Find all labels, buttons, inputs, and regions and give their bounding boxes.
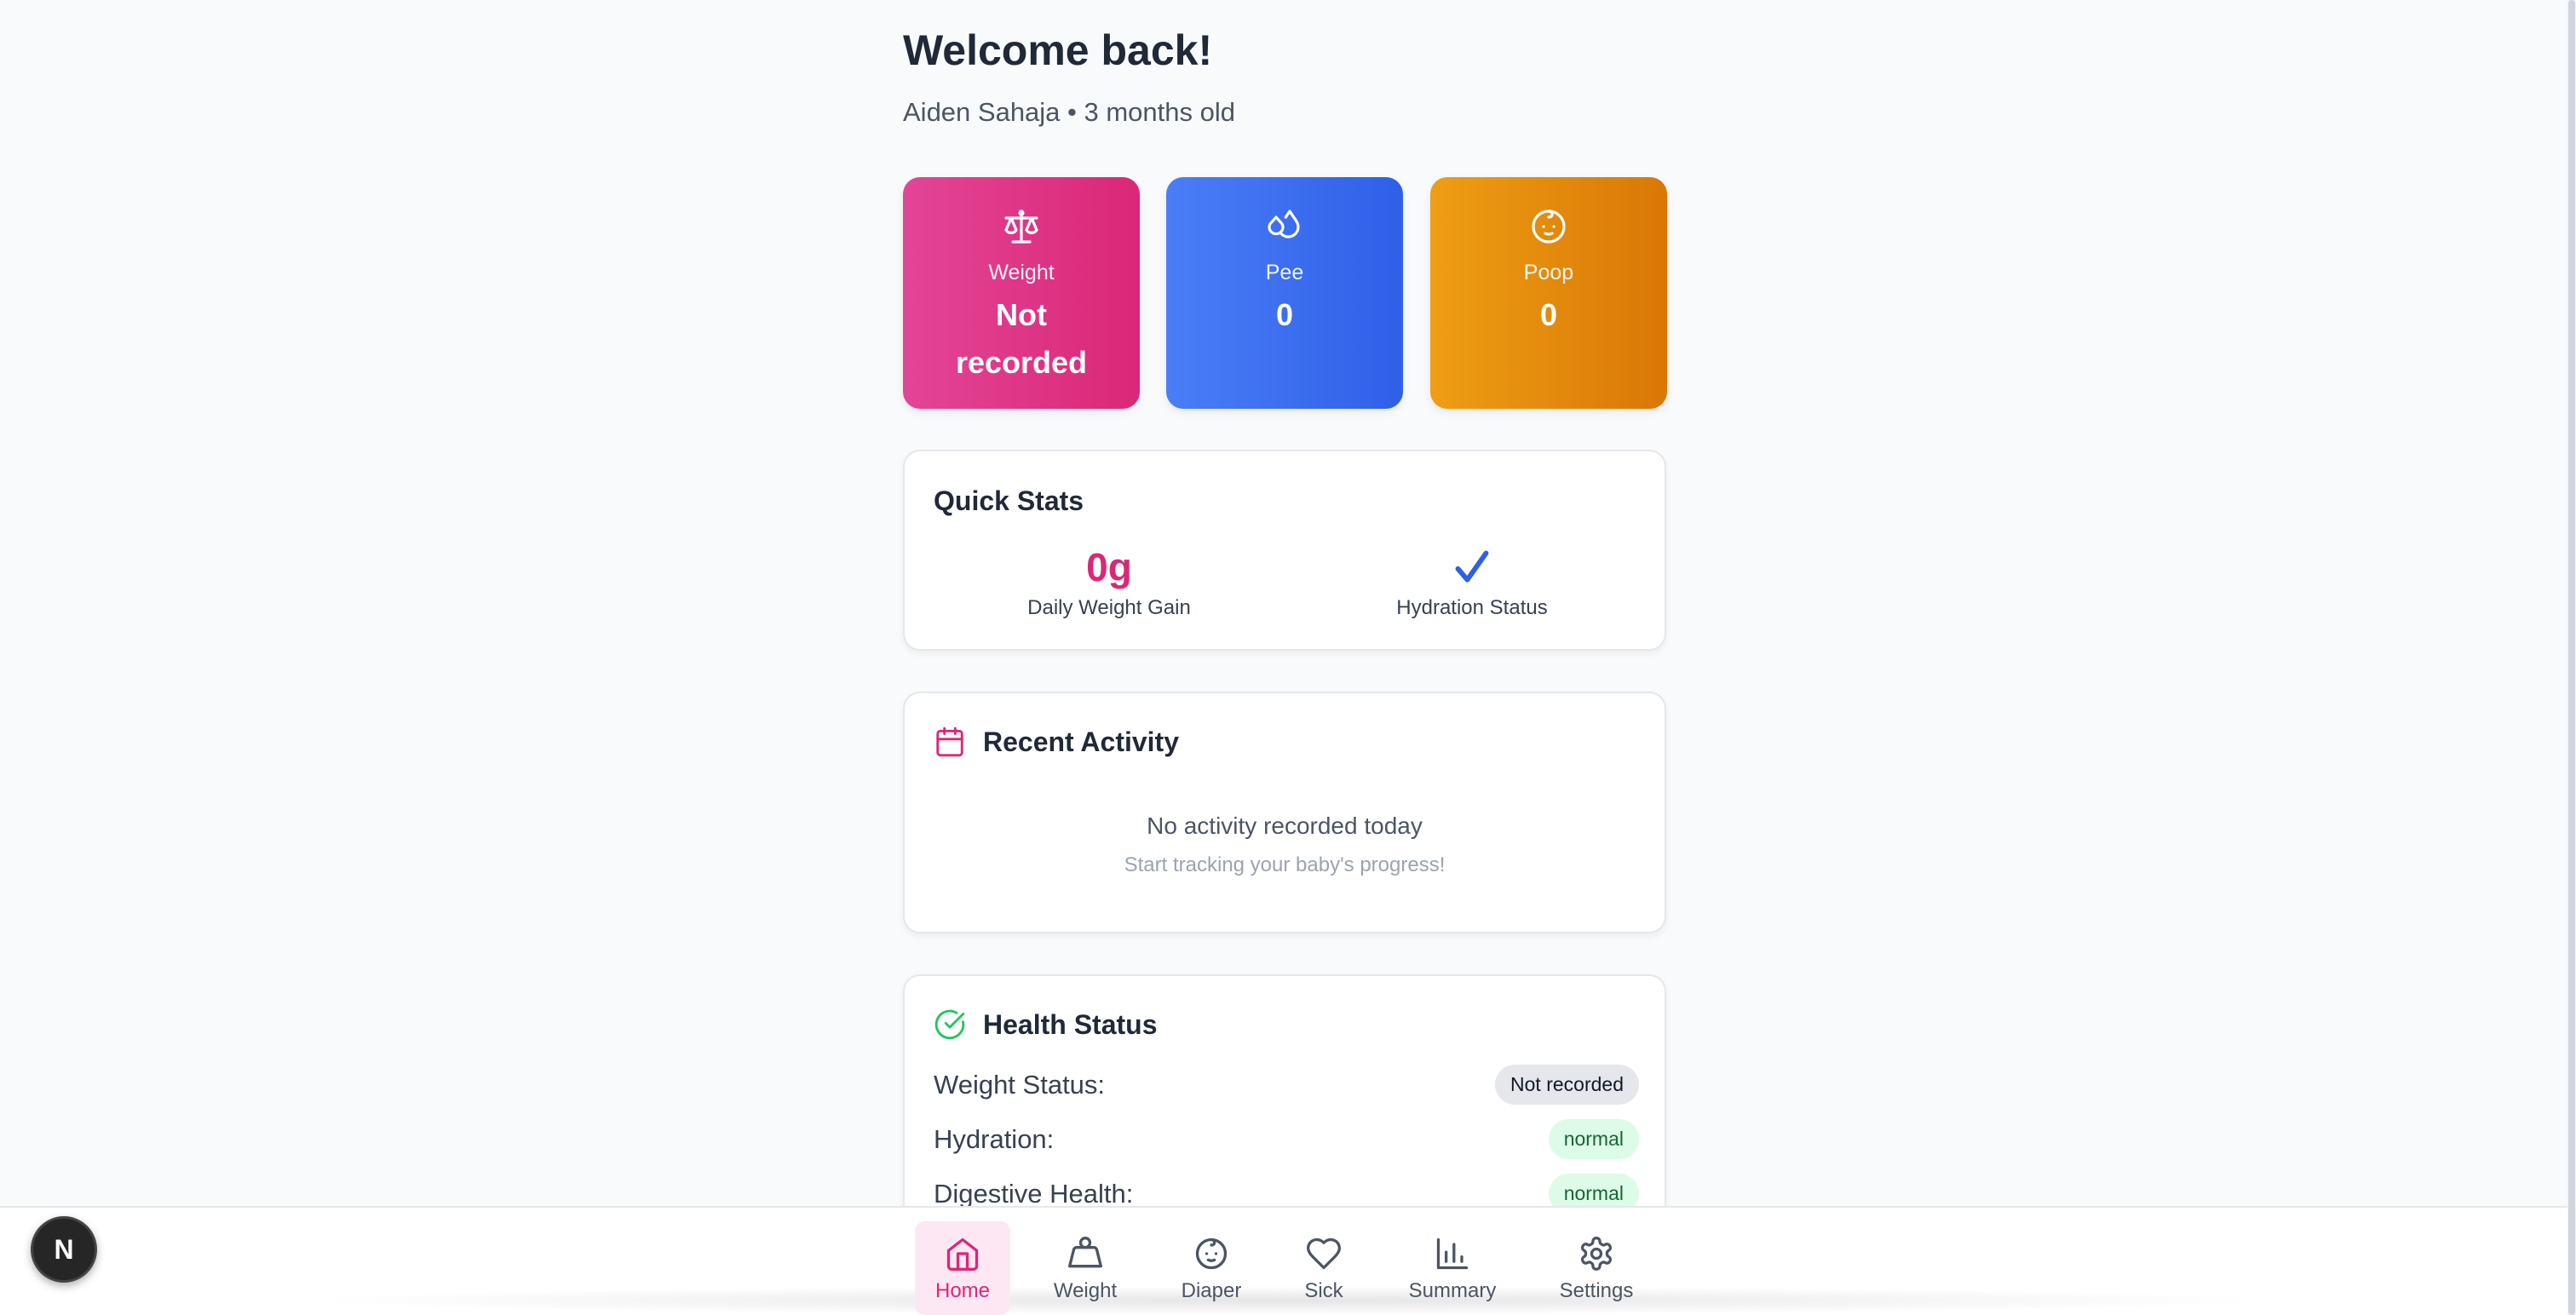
empty-activity-title: No activity recorded today (1147, 813, 1423, 839)
poop-tile[interactable]: Poop 0 (1430, 177, 1667, 409)
home-icon (946, 1237, 979, 1271)
recent-activity-card: Recent Activity No activity recorded tod… (903, 692, 1666, 933)
status-badge: Not recorded (1495, 1065, 1639, 1105)
nav-label: Weight (1053, 1279, 1118, 1302)
poop-tile-value: 0 (1539, 297, 1558, 332)
nav-item-sick[interactable]: Sick (1276, 1221, 1371, 1315)
recent-activity-title: Recent Activity (983, 726, 1179, 757)
circle-check-icon (934, 1009, 965, 1040)
weight-tile[interactable]: Weight Not recorded (903, 177, 1140, 409)
health-row-hydration: Hydration: normal (934, 1119, 1639, 1159)
weight-icon (1068, 1237, 1102, 1268)
empty-activity-subtitle: Start tracking your baby's progress! (1124, 853, 1446, 876)
calendar-icon (936, 726, 963, 757)
poop-tile-label: Poop (1523, 261, 1574, 284)
quick-stats-card: Quick Stats 0g Daily Weight Gain Hydrati… (903, 450, 1666, 651)
nav-label: Settings (1559, 1279, 1634, 1302)
pee-tile-label: Pee (1265, 261, 1304, 284)
nav-item-home[interactable]: Home (915, 1221, 1010, 1315)
weight-tile-label: Weight (988, 261, 1055, 284)
scale-icon (1004, 210, 1038, 244)
droplets-icon (1268, 210, 1300, 238)
baby-icon (1195, 1237, 1228, 1270)
bar-chart-icon (1436, 1237, 1469, 1270)
pee-tile-value: 0 (1275, 297, 1294, 332)
baby-subtitle: Aiden Sahaja • 3 months old (903, 97, 1235, 127)
scrollbar[interactable] (2568, 0, 2575, 1315)
health-row-label: Weight Status: (934, 1069, 1106, 1100)
dev-tools-badge[interactable]: N (31, 1216, 97, 1283)
health-row-label: Digestive Health: (934, 1178, 1134, 1209)
app-page: Welcome back! Aiden Sahaja • 3 months ol… (0, 0, 2576, 1315)
gear-icon (1580, 1237, 1613, 1271)
baby-icon (1532, 210, 1566, 244)
hydration-status-stat: Hydration Status (1344, 543, 1600, 620)
daily-weight-gain-value: 0g (1086, 545, 1132, 589)
health-status-title: Health Status (983, 1008, 1158, 1040)
daily-weight-gain-label: Daily Weight Gain (1027, 596, 1191, 619)
summary-tiles: Weight Not recorded Pee 0 Poop 0 (903, 177, 1667, 409)
nav-item-diaper[interactable]: Diaper (1164, 1221, 1259, 1315)
nav-item-summary[interactable]: Summary (1397, 1221, 1508, 1315)
nav-item-settings[interactable]: Settings (1547, 1221, 1646, 1315)
pee-tile[interactable]: Pee 0 (1166, 177, 1403, 409)
heart-icon (1307, 1237, 1341, 1270)
weight-tile-value: Not recorded (955, 297, 1088, 380)
hydration-status-label: Hydration Status (1396, 596, 1548, 619)
health-row-weight: Weight Status: Not recorded (934, 1065, 1639, 1105)
quick-stats-title: Quick Stats (934, 485, 1084, 516)
check-icon (1455, 550, 1489, 583)
nav-label: Sick (1304, 1279, 1343, 1302)
page-title: Welcome back! (903, 26, 1213, 74)
health-row-label: Hydration: (934, 1123, 1055, 1154)
nav-label: Diaper (1181, 1279, 1242, 1302)
nav-item-weight[interactable]: Weight (1038, 1221, 1133, 1315)
status-badge: normal (1548, 1119, 1639, 1159)
daily-weight-gain-stat: 0g Daily Weight Gain (981, 543, 1237, 620)
nav-label: Summary (1408, 1279, 1497, 1302)
nav-label: Home (934, 1279, 991, 1302)
